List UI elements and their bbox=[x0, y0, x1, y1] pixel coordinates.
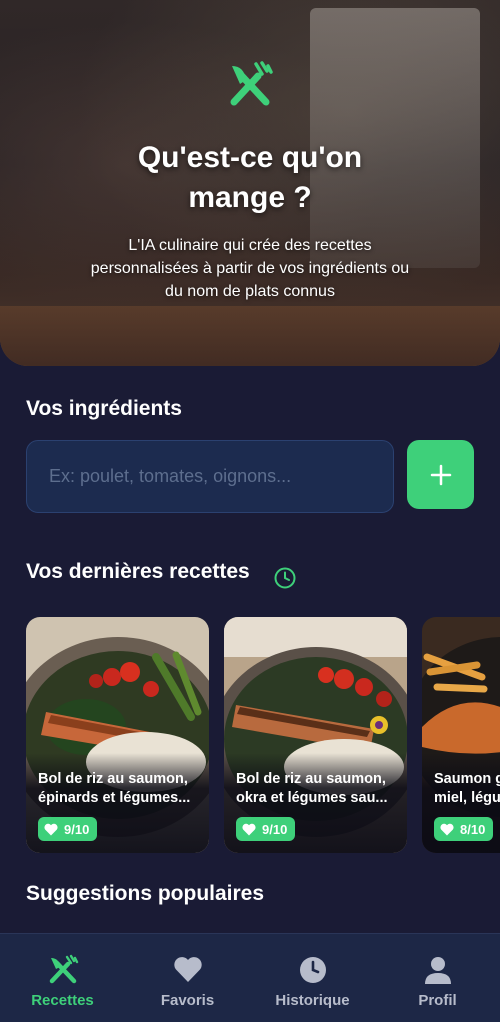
nav-item-recettes[interactable]: Recettes bbox=[0, 934, 125, 1022]
bottom-nav: Recettes Favoris Historique Profil bbox=[0, 933, 500, 1022]
hero-title: Qu'est-ce qu'on mange ? bbox=[137, 141, 363, 214]
clock-icon bbox=[299, 957, 326, 983]
clock-icon bbox=[274, 567, 296, 589]
nav-label: Recettes bbox=[31, 992, 94, 1009]
hero-subtitle: L'IA culinaire qui crée des recettes per… bbox=[90, 237, 410, 300]
recent-recipes-title: Vos dernières recettes bbox=[26, 560, 250, 583]
heart-icon bbox=[44, 823, 58, 835]
plus-icon bbox=[430, 464, 451, 485]
fork-knife-icon bbox=[230, 61, 273, 106]
recent-recipes-carousel[interactable]: Bol de riz au saumon, épinards et légume… bbox=[0, 617, 500, 853]
recipe-title: Bol de riz au saumon, épinards et légume… bbox=[38, 771, 191, 806]
user-icon bbox=[424, 957, 451, 984]
ingredients-section-title: Vos ingrédients bbox=[26, 397, 182, 420]
heart-icon bbox=[242, 823, 256, 835]
fork-knife-icon bbox=[49, 954, 78, 984]
recipe-title: Saumon g miel, légu bbox=[434, 771, 500, 806]
rating-badge: 9/10 bbox=[236, 817, 296, 841]
recipe-card[interactable]: Saumon g miel, légu 8/10 bbox=[422, 617, 500, 853]
rating-badge: 9/10 bbox=[38, 817, 98, 841]
hero-banner: Qu'est-ce qu'on mange ? L'IA culinaire q… bbox=[0, 0, 500, 366]
heart-icon bbox=[440, 823, 454, 835]
ingredients-input[interactable] bbox=[49, 466, 371, 487]
rating-badge: 8/10 bbox=[434, 817, 494, 841]
heart-icon bbox=[173, 957, 202, 982]
nav-label: Historique bbox=[275, 992, 350, 1009]
nav-item-profil[interactable]: Profil bbox=[375, 934, 500, 1022]
ingredients-input-box[interactable] bbox=[26, 440, 394, 513]
popular-suggestions-title: Suggestions populaires bbox=[26, 882, 265, 905]
recipe-card[interactable]: Bol de riz au saumon, épinards et légume… bbox=[26, 617, 209, 853]
recipe-card[interactable]: Bol de riz au saumon, okra et légumes sa… bbox=[224, 617, 407, 853]
nav-item-historique[interactable]: Historique bbox=[250, 934, 375, 1022]
add-ingredient-button[interactable] bbox=[407, 440, 474, 509]
recipe-title: Bol de riz au saumon, okra et légumes sa… bbox=[236, 771, 388, 806]
nav-label: Profil bbox=[418, 992, 457, 1009]
nav-item-favoris[interactable]: Favoris bbox=[125, 934, 250, 1022]
nav-label: Favoris bbox=[160, 992, 215, 1009]
